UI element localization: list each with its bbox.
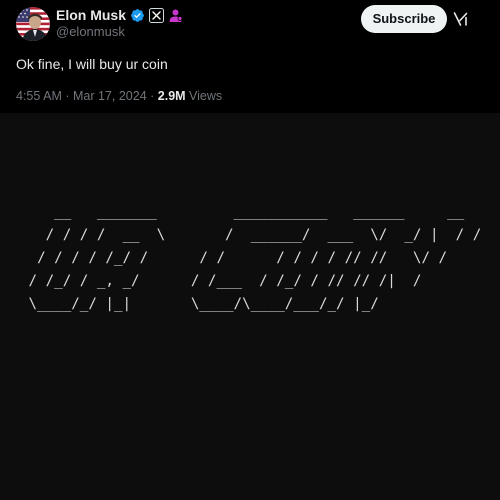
tweet-text: Ok fine, I will buy ur coin: [16, 56, 168, 72]
author-display-name[interactable]: Elon Musk: [56, 6, 126, 24]
author-handle[interactable]: @elonmusk: [56, 24, 125, 40]
tweet-media-image[interactable]: __ _______ ___________ ______ __ / / / /…: [0, 113, 500, 500]
avatar[interactable]: [16, 7, 50, 41]
views-count: 2.9M: [157, 89, 186, 103]
views-label: Views: [185, 89, 223, 103]
author-name-row: Elon Musk: [56, 6, 183, 24]
x-affiliate-icon[interactable]: [149, 7, 165, 23]
tweet-header: Elon Musk @elonmusk Subscribe Ok fine, I…: [0, 0, 500, 112]
tweet-date[interactable]: Mar 17, 2024: [73, 89, 147, 103]
tweet-meta: 4:55 AM · Mar 17, 2024 · 2.9M Views: [16, 88, 222, 104]
ascii-art-text: __ _______ ___________ ______ __ / / / /…: [28, 204, 482, 312]
tweet-view: Elon Musk @elonmusk Subscribe Ok fine, I…: [0, 0, 500, 500]
meta-separator: ·: [146, 89, 158, 103]
subscribe-button[interactable]: Subscribe: [361, 5, 447, 33]
parody-person-icon[interactable]: [168, 8, 183, 23]
verified-badge-icon[interactable]: [130, 8, 145, 23]
meta-separator: ·: [61, 89, 73, 103]
tweet-time[interactable]: 4:55 AM: [16, 89, 62, 103]
grok-icon[interactable]: [453, 11, 469, 27]
